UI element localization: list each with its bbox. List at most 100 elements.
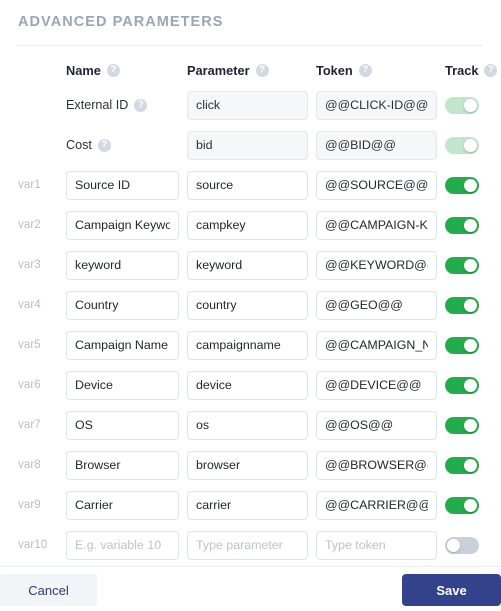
cancel-button[interactable]: Cancel — [0, 574, 97, 606]
token-input[interactable] — [316, 530, 437, 560]
page-title: ADVANCED PARAMETERS — [18, 14, 224, 30]
parameter-input[interactable] — [187, 450, 308, 480]
row-name-label: External ID? — [66, 98, 179, 112]
column-header-parameter-label: Parameter — [187, 62, 250, 78]
table-row: var4 — [0, 285, 501, 325]
name-input[interactable] — [66, 170, 179, 200]
help-icon[interactable]: ? — [106, 63, 120, 77]
row-var-label: var6 — [18, 379, 41, 391]
toggle-knob — [464, 418, 477, 432]
parameter-input[interactable] — [187, 490, 308, 520]
toggle-knob — [464, 258, 477, 272]
column-header-token: Token ? — [316, 63, 437, 78]
row-name-label-text: External ID — [66, 98, 129, 112]
token-input[interactable] — [316, 250, 437, 280]
toggle-knob — [447, 538, 460, 552]
name-input[interactable] — [66, 210, 179, 240]
table-row: var8 — [0, 445, 501, 485]
table-row: Cost? — [0, 125, 501, 165]
name-input[interactable] — [66, 370, 179, 400]
table-row: var7 — [0, 405, 501, 445]
row-var-label: var7 — [18, 419, 41, 431]
token-input[interactable] — [316, 370, 437, 400]
row-var-label: var4 — [18, 299, 41, 311]
toggle-knob — [464, 458, 477, 472]
track-toggle[interactable] — [445, 96, 479, 114]
advanced-parameters-panel: ADVANCED PARAMETERS Name ? Parameter ? T… — [0, 0, 501, 611]
table-row: var2 — [0, 205, 501, 245]
track-toggle[interactable] — [445, 536, 479, 554]
help-icon[interactable]: ? — [358, 63, 372, 77]
track-toggle[interactable] — [445, 496, 479, 514]
column-header-name-label: Name — [66, 62, 101, 78]
column-header-track: Track ? — [445, 62, 498, 78]
name-input[interactable] — [66, 530, 179, 560]
parameter-input[interactable] — [187, 90, 308, 120]
token-input[interactable] — [316, 410, 437, 440]
row-var-label: var1 — [18, 179, 41, 191]
column-header-track-label: Track — [445, 62, 479, 78]
toggle-knob — [464, 338, 477, 352]
name-input[interactable] — [66, 450, 179, 480]
token-input[interactable] — [316, 90, 437, 120]
table-row: var10 — [0, 525, 501, 565]
row-var-label: var8 — [18, 459, 41, 471]
track-toggle[interactable] — [445, 136, 479, 154]
parameter-input[interactable] — [187, 410, 308, 440]
row-var-label: var9 — [18, 499, 41, 511]
track-toggle[interactable] — [445, 336, 479, 354]
row-var-label: var5 — [18, 339, 41, 351]
parameters-grid: Name ? Parameter ? Token ? Track ? Exter… — [0, 55, 501, 565]
table-row: var1 — [0, 165, 501, 205]
parameter-input[interactable] — [187, 330, 308, 360]
parameter-input[interactable] — [187, 250, 308, 280]
column-header-token-label: Token — [316, 62, 353, 78]
track-toggle[interactable] — [445, 456, 479, 474]
table-header-row: Name ? Parameter ? Token ? Track ? — [0, 55, 501, 85]
token-input[interactable] — [316, 490, 437, 520]
name-input[interactable] — [66, 250, 179, 280]
toggle-knob — [464, 498, 477, 512]
title-divider — [18, 45, 483, 46]
name-input[interactable] — [66, 490, 179, 520]
token-input[interactable] — [316, 450, 437, 480]
help-icon[interactable]: ? — [134, 98, 148, 112]
table-row: var9 — [0, 485, 501, 525]
help-icon[interactable]: ? — [255, 63, 269, 77]
track-toggle[interactable] — [445, 256, 479, 274]
name-input[interactable] — [66, 410, 179, 440]
toggle-knob — [464, 378, 477, 392]
track-toggle[interactable] — [445, 376, 479, 394]
help-icon[interactable]: ? — [484, 63, 498, 77]
track-toggle[interactable] — [445, 176, 479, 194]
column-header-name: Name ? — [66, 63, 179, 78]
token-input[interactable] — [316, 330, 437, 360]
token-input[interactable] — [316, 170, 437, 200]
token-input[interactable] — [316, 210, 437, 240]
parameter-input[interactable] — [187, 130, 308, 160]
toggle-knob — [464, 298, 477, 312]
parameter-input[interactable] — [187, 210, 308, 240]
help-icon[interactable]: ? — [97, 138, 111, 152]
save-button[interactable]: Save — [402, 574, 501, 606]
track-toggle[interactable] — [445, 296, 479, 314]
token-input[interactable] — [316, 290, 437, 320]
table-row: var5 — [0, 325, 501, 365]
parameter-input[interactable] — [187, 530, 308, 560]
row-name-label-text: Cost — [66, 138, 92, 152]
name-input[interactable] — [66, 330, 179, 360]
footer-divider — [0, 566, 501, 567]
toggle-knob — [464, 178, 477, 192]
toggle-knob — [464, 98, 477, 112]
parameter-input[interactable] — [187, 370, 308, 400]
parameter-input[interactable] — [187, 290, 308, 320]
parameter-input[interactable] — [187, 170, 308, 200]
track-toggle[interactable] — [445, 416, 479, 434]
name-input[interactable] — [66, 290, 179, 320]
row-var-label: var3 — [18, 259, 41, 271]
table-row: var6 — [0, 365, 501, 405]
parameter-rows: External ID?Cost?var1var2var3var4var5var… — [0, 85, 501, 565]
track-toggle[interactable] — [445, 216, 479, 234]
toggle-knob — [464, 138, 477, 152]
token-input[interactable] — [316, 130, 437, 160]
